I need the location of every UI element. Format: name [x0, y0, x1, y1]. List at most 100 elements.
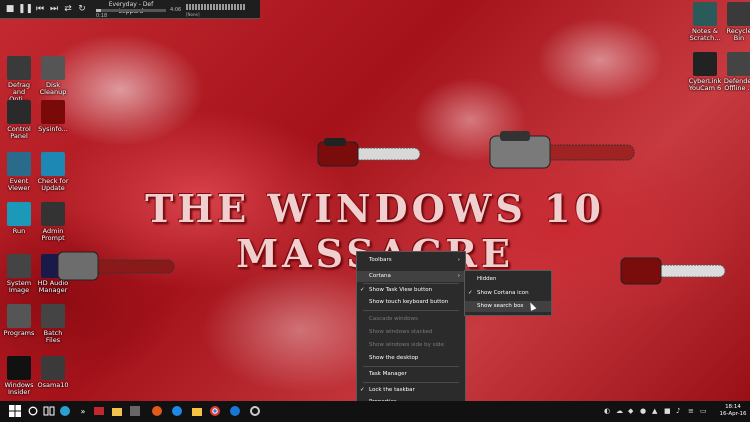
taskbar: » ◐ ☁ ◆ ● ▲ ■ ♪ ≡ ▭ 18:14 16-Apr-16 — [0, 401, 750, 422]
previous-icon[interactable]: ⏮ — [34, 3, 46, 15]
desktop-icon[interactable]: Notes & Scratch... — [688, 2, 722, 42]
submenu-item-label: Show Cortana icon — [477, 290, 529, 296]
desktop-icon-label: Windows Insider — [4, 381, 34, 396]
submenu-item-label: Hidden — [477, 276, 497, 282]
clock-date: 16-Apr-16 — [719, 411, 747, 417]
desktop-icon[interactable]: Osama10 — [36, 356, 70, 389]
desktop-icon-label: Osama10 — [37, 381, 69, 389]
shield-icon[interactable]: ▲ — [652, 407, 657, 415]
menu-item-label: Toolbars — [369, 257, 392, 263]
cortana-icon[interactable] — [26, 404, 40, 418]
menu-separator — [363, 382, 459, 383]
desktop-icon-label: Disk Cleanup — [39, 81, 67, 96]
folder-icon[interactable] — [190, 404, 204, 418]
check-icon: ✓ — [360, 287, 365, 293]
desktop-icon[interactable]: Disk Cleanup — [36, 56, 70, 96]
time-elapsed: 0:18 — [96, 13, 108, 19]
shuffle-icon[interactable]: ⇄ — [62, 3, 74, 15]
chainsaw-image — [489, 131, 635, 169]
taskbar-context-menu: Toolbars › Cortana › ✓ Show Task View button S… — [356, 251, 466, 401]
menu-separator — [363, 366, 459, 367]
desktop-icon-label: Recycle Bin — [726, 27, 750, 42]
menu-item-task-manager[interactable]: Task Manager — [357, 369, 465, 380]
settings-icon[interactable] — [248, 404, 262, 418]
gear-icon — [41, 100, 65, 124]
time-total: 4:06 — [170, 7, 182, 13]
submenu-item-hidden[interactable]: Hidden — [465, 274, 551, 285]
desktop-icon-label: Control Panel — [7, 125, 31, 140]
next-icon[interactable]: ⏭ — [48, 3, 60, 15]
clock[interactable]: 18:14 16-Apr-16 — [718, 404, 748, 418]
store-icon[interactable] — [128, 404, 142, 418]
desktop-icon[interactable]: Recycle Bin — [722, 2, 750, 42]
menu-item-label: Show windows side by side — [369, 342, 444, 348]
desktop-icon[interactable]: CyberLink YouCam 6 — [688, 52, 722, 92]
programs-icon — [7, 304, 31, 328]
menu-item-label: Show windows stacked — [369, 329, 433, 335]
desktop-icon[interactable]: Defrag and Opti... — [2, 56, 36, 103]
chevron-right-icon: › — [457, 273, 460, 279]
recycle-bin-icon — [727, 2, 750, 26]
repeat-icon[interactable]: ↻ — [76, 3, 88, 15]
onedrive-icon[interactable]: ☁ — [616, 407, 623, 415]
media-player-icon[interactable] — [58, 404, 72, 418]
stop-icon[interactable]: ■ — [4, 3, 16, 15]
task-view-icon[interactable] — [42, 404, 56, 418]
menu-item-show-windows-side-by-side: Show windows side by side — [357, 340, 465, 351]
desktop-icon[interactable]: Sysinfo... — [36, 100, 70, 133]
network-icon[interactable]: ≡ — [688, 407, 694, 415]
menu-item-label: Lock the taskbar — [369, 387, 415, 393]
defrag-icon — [7, 56, 31, 80]
menu-item-show-touch-keyboard-button[interactable]: Show touch keyboard button — [357, 297, 465, 308]
batch-files-icon — [41, 304, 65, 328]
desktop-icon[interactable]: Defender Offline ... — [722, 52, 750, 92]
seek-bar[interactable] — [96, 9, 166, 12]
menu-item-label: Cascade windows — [369, 316, 418, 322]
tray-icon[interactable]: ◐ — [604, 407, 610, 415]
desktop-icon-label: System Image — [6, 279, 32, 294]
tray-icon[interactable]: ◆ — [628, 407, 633, 415]
desktop-icon-label: CyberLink YouCam 6 — [688, 77, 722, 92]
menu-item-show-windows-stacked: Show windows stacked — [357, 327, 465, 338]
edge-icon[interactable] — [228, 404, 242, 418]
submenu-item-show-search-box[interactable]: Show search box — [465, 301, 551, 312]
submenu-item-show-cortana-icon[interactable]: ✓ Show Cortana icon — [465, 288, 551, 299]
menu-separator — [363, 283, 459, 284]
start-icon[interactable] — [8, 404, 22, 418]
control-panel-icon — [7, 100, 31, 124]
disk-cleanup-icon — [41, 56, 65, 80]
desktop-icon-label: Programs — [3, 329, 35, 337]
desktop-icon-label: Sysinfo... — [38, 125, 68, 133]
menu-item-show-the-desktop[interactable]: Show the desktop — [357, 353, 465, 364]
menu-item-show-task-view-button[interactable]: ✓ Show Task View button — [357, 285, 465, 296]
desktop-icon[interactable]: Windows Insider — [2, 356, 36, 396]
media-center-icon[interactable] — [150, 404, 164, 418]
desktop-icon-label: Defender Offline ... — [723, 77, 750, 92]
keyboard-icon[interactable]: ▭ — [700, 407, 707, 415]
desktop-icon[interactable]: Batch Files — [36, 304, 70, 344]
desktop-icon[interactable]: Control Panel — [2, 100, 36, 140]
chainsaw-image — [620, 257, 726, 285]
desktop-icon[interactable]: Programs — [2, 304, 36, 337]
volume-label: [None] — [186, 12, 200, 17]
file-explorer-icon[interactable] — [110, 404, 124, 418]
pause-icon[interactable]: ❚❚ — [18, 3, 33, 15]
desktop[interactable]: ■ ❚❚ ⏮ ⏭ ⇄ ↻ Everyday - Def Leppard 0:18… — [0, 0, 750, 401]
tray-icon[interactable]: ● — [640, 407, 646, 415]
osama-icon — [41, 356, 65, 380]
speaker-icon[interactable]: ♪ — [676, 407, 680, 415]
notes-icon — [693, 2, 717, 26]
menu-item-cortana[interactable]: Cortana › — [357, 271, 465, 282]
ie-icon[interactable] — [170, 404, 184, 418]
taskbar-app-icon[interactable] — [92, 404, 106, 418]
menu-item-lock-the-taskbar[interactable]: ✓ Lock the taskbar — [357, 385, 465, 396]
menu-separator — [363, 310, 459, 311]
menu-item-toolbars[interactable]: Toolbars › — [357, 255, 465, 266]
chevron-icon[interactable]: » — [76, 404, 90, 418]
desktop-icon-label: Notes & Scratch... — [689, 27, 721, 42]
chrome-icon[interactable] — [208, 404, 222, 418]
check-icon: ✓ — [360, 387, 365, 393]
chainsaw-image — [317, 138, 421, 167]
cortana-submenu: Hidden ✓ Show Cortana icon Show search box — [464, 270, 552, 316]
tray-icon[interactable]: ■ — [664, 407, 671, 415]
